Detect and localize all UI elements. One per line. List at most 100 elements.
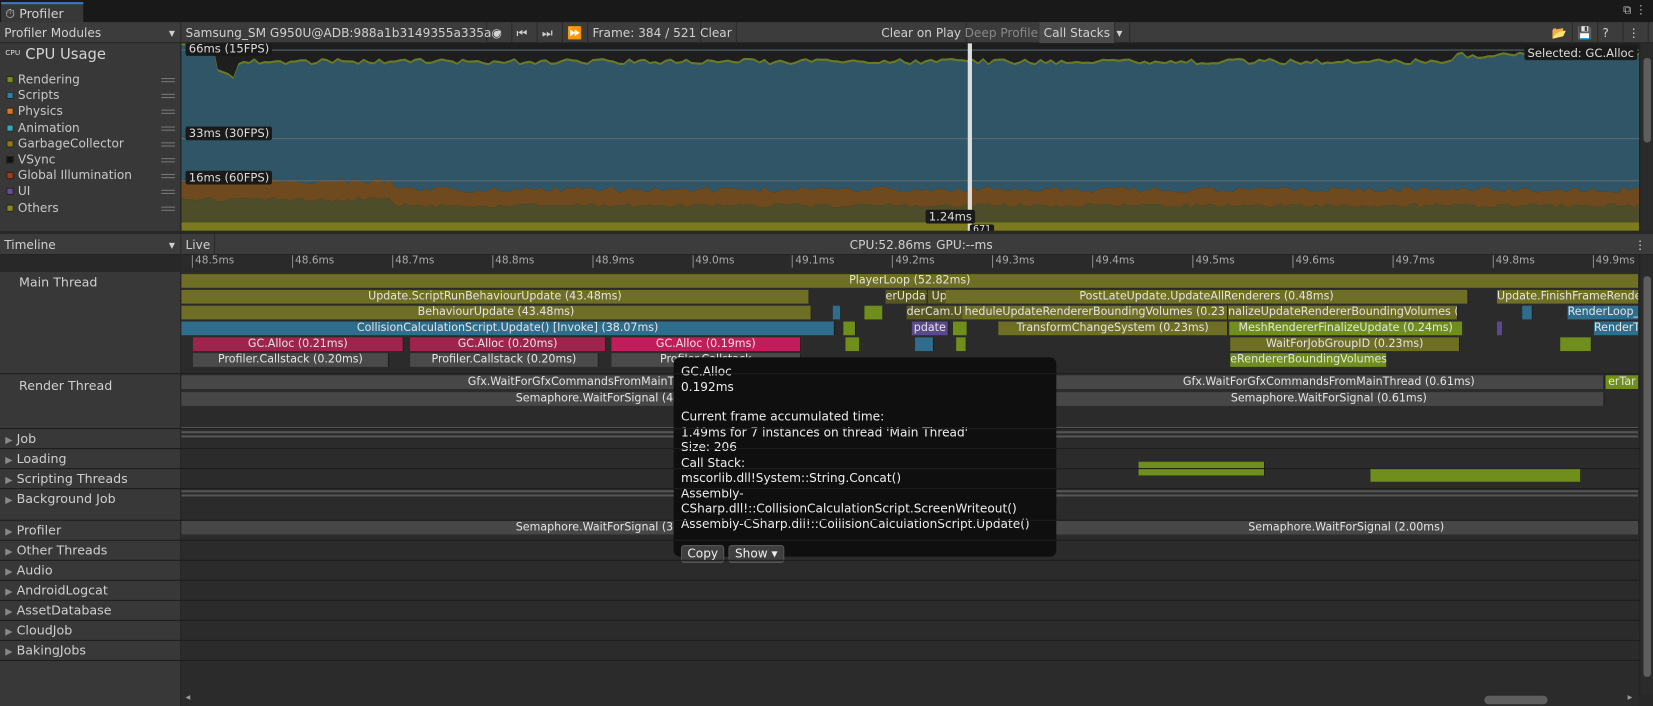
legend-item[interactable]: Rendering [6,72,80,86]
sample-bar[interactable]: Gfx.WaitForGfxCommandsFromMainThread (0.… [1054,375,1605,389]
live-button[interactable]: Live [181,234,216,256]
sample-bar[interactable]: RenderLoop_In [1567,305,1640,320]
sample-bar[interactable] [1496,321,1504,336]
timeline-vscrollbar[interactable] [1639,255,1653,694]
window-menu-icon[interactable]: ⧉ ⋮ [1623,3,1647,18]
expand-arrow-icon[interactable]: ▶ [5,475,12,486]
thread-profiler[interactable]: ▶ Profiler [5,523,61,538]
sample-bar[interactable]: eRendererBoundingVolumes (0.2 [1230,353,1388,367]
next-frame-button[interactable]: ⏭ [538,22,563,44]
sample-bar[interactable]: derCam.Upd [906,305,970,320]
thread-assetdatabase[interactable]: ▶ AssetDatabase [5,603,111,618]
legend-item[interactable]: Physics [6,104,63,118]
call-stacks-dropdown[interactable]: ▾ [1112,22,1131,44]
sample-bar[interactable] [1560,337,1592,352]
drag-handle-icon[interactable] [161,174,175,179]
view-dropdown[interactable]: Timeline ▾ [0,234,182,256]
sample-bar[interactable] [1522,305,1533,320]
sample-bar[interactable]: heduleUpdateRendererBoundingVolumes (0.2… [962,305,1229,320]
sample-bar[interactable] [952,321,968,336]
thread-loading[interactable]: ▶ Loading [5,451,66,466]
cpu-usage-chart[interactable]: 66ms (15FPS) 33ms (30FPS) 16ms (60FPS) 1… [181,43,1640,231]
expand-arrow-icon[interactable]: ▶ [5,607,12,618]
deep-profile-button[interactable]: Deep Profile [960,22,1044,44]
sample-bar[interactable]: PlayerLoop (52.82ms) [181,274,1640,288]
legend-item[interactable]: Scripts [6,88,59,102]
sample-bar[interactable]: nalizeUpdateRendererBoundingVolumes (0.2… [1228,305,1458,320]
drag-handle-icon[interactable] [161,94,175,99]
record-button[interactable]: ◉ [487,22,513,44]
sample-bar[interactable]: GC.Alloc (0.21ms) [192,337,404,352]
sample-bar[interactable]: RenderTo [1593,321,1640,336]
sample-bar[interactable]: WaitForJobGroupID (0.23ms) [1230,337,1461,352]
sample-bar[interactable]: Profiler.Callstack (0.20ms) [410,353,599,367]
expand-arrow-icon[interactable]: ▶ [5,547,12,558]
sample-bar[interactable]: PostLateUpdate.UpdateAllRenderers (0.48m… [945,289,1469,304]
legend-item[interactable]: Global Illumination [6,168,132,183]
sample-bar[interactable]: Semaphore.WaitForSignal (0.61ms) [1054,392,1605,406]
sample-bar[interactable] [1370,468,1582,482]
thread-other-threads[interactable]: ▶ Other Threads [5,543,107,558]
profiler-modules-dropdown[interactable]: Profiler Modules ▾ [0,22,182,44]
legend-item[interactable]: Others [6,200,59,215]
thread-scripting-threads[interactable]: ▶ Scripting Threads [5,471,127,486]
sample-bar[interactable] [864,305,884,320]
drag-handle-icon[interactable] [161,190,175,195]
expand-arrow-icon[interactable]: ▶ [5,647,12,658]
sample-bar[interactable] [832,305,842,320]
expand-arrow-icon[interactable]: ▶ [5,495,12,506]
sample-bar[interactable]: Profiler.Callstack (0.20ms) [192,353,389,367]
legend-item[interactable]: VSync [6,152,55,167]
thread-main-thread[interactable]: Main Thread [19,275,97,290]
sample-bar[interactable] [845,337,861,352]
sample-bar[interactable]: erUpdat [885,289,928,304]
more-menu-icon[interactable]: ⋮ [1623,22,1649,44]
sample-bar[interactable]: Update.ScriptRunBehaviourUpdate (43.48ms… [181,289,810,304]
sample-bar[interactable]: TransformChangeSystem (0.23ms) [998,321,1229,336]
expand-arrow-icon[interactable]: ▶ [5,587,12,598]
profiler-tab[interactable]: ⏱ Profiler [1,2,84,23]
clear-button[interactable]: Clear [696,22,737,44]
timeline-menu-icon[interactable]: ⋮ [1630,234,1651,255]
sample-bar[interactable]: Semaphore.WaitForSignal (2.00ms) [1054,520,1640,535]
drag-handle-icon[interactable] [161,126,175,131]
legend-item[interactable]: Animation [6,120,80,135]
sample-bar[interactable] [915,337,935,352]
frame-cursor[interactable] [967,43,972,231]
prev-frame-button[interactable]: ⏮ [512,22,538,44]
clear-on-play-button[interactable]: Clear on Play [877,22,967,44]
save-icon[interactable]: 💾 [1573,22,1599,44]
sample-bar[interactable] [956,337,967,352]
legend-item[interactable]: UI [6,184,30,199]
expand-arrow-icon[interactable]: ▶ [5,435,12,446]
load-icon[interactable]: 📂 [1548,22,1573,44]
timeline-hscrollbar[interactable]: ◂ ▸ [181,693,1640,706]
thread-bakingjobs[interactable]: ▶ BakingJobs [5,643,86,658]
thread-androidlogcat[interactable]: ▶ AndroidLogcat [5,583,108,598]
thread-background-job[interactable]: ▶ Background Job [5,491,115,506]
thread-render-thread[interactable]: Render Thread [19,378,112,393]
time-ruler[interactable]: 48.5ms 48.6ms 48.7ms 48.8ms 48.9ms 49.0ms 49.1… [181,255,1640,272]
drag-handle-icon[interactable] [161,142,175,147]
expand-arrow-icon[interactable]: ▶ [5,567,12,578]
drag-handle-icon[interactable] [161,110,175,115]
thread-job[interactable]: ▶ Job [5,431,36,446]
thread-cloudjob[interactable]: ▶ CloudJob [5,623,72,638]
drag-handle-icon[interactable] [161,158,175,163]
thread-audio[interactable]: ▶ Audio [5,563,52,578]
sample-bar[interactable]: erTar [1605,375,1640,389]
expand-arrow-icon[interactable]: ▶ [5,527,12,538]
modules-scrollbar[interactable] [1639,43,1653,231]
call-stacks-button[interactable]: Call Stacks [1039,22,1116,44]
sample-bar[interactable] [843,321,857,336]
sample-bar[interactable]: GC.Alloc (0.20ms) [410,337,607,352]
sample-bar[interactable]: pdate [911,321,949,336]
drag-handle-icon[interactable] [161,206,175,211]
sample-bar[interactable]: BehaviourUpdate (43.48ms) [181,305,812,320]
expand-arrow-icon[interactable]: ▶ [5,627,12,638]
expand-arrow-icon[interactable]: ▶ [5,455,12,466]
help-icon[interactable]: ? [1598,22,1624,44]
legend-item[interactable]: GarbageCollector [6,136,124,151]
sample-bar[interactable]: CollisionCalculationScript.Update() [Inv… [181,321,835,336]
current-frame-button[interactable]: ⏩ [563,22,589,44]
